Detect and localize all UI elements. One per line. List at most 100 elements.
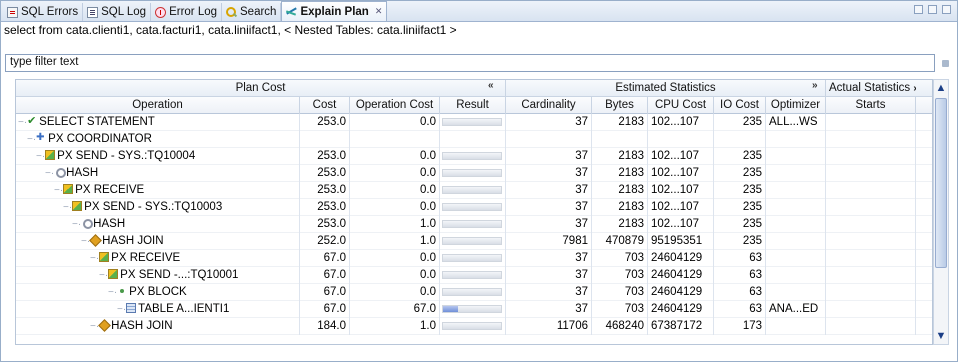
io-cost-cell: 63 <box>714 250 766 267</box>
cpu-cost-cell: 102...107 <box>648 199 714 216</box>
group-estimated-statistics[interactable]: Estimated Statistics <box>506 80 826 97</box>
result-bar <box>442 220 502 228</box>
bytes-cell: 468240 <box>592 318 648 335</box>
expand-estimated-statistics-icon[interactable]: » <box>812 80 818 91</box>
column-header-io-cost[interactable]: IO Cost <box>714 97 766 114</box>
cost-cell: 253.0 <box>300 148 350 165</box>
collapse-plan-cost-icon[interactable]: « <box>488 80 494 91</box>
table-row[interactable]: −· TABLE A...IENTI1 67.0 67.0 37 703 24604129 6… <box>16 301 932 318</box>
operation-label: PX SEND - SYS.:TQ10003 <box>84 201 223 213</box>
scroll-up-icon[interactable]: ▲ <box>934 80 948 96</box>
bytes-cell: 470879 <box>592 233 648 250</box>
tab-search[interactable]: Search <box>222 3 282 21</box>
table-row[interactable]: −· HASH JOIN 252.0 1.0 7981 470879 95195351 235 <box>16 233 932 250</box>
scroll-down-icon[interactable]: ▼ <box>934 328 948 344</box>
table-row[interactable]: −· HASH 253.0 1.0 37 2183 102...107 235 <box>16 216 932 233</box>
tree-expander-icon[interactable]: −· <box>27 134 36 145</box>
cpu-cost-cell: 24604129 <box>648 250 714 267</box>
tree-expander-icon[interactable]: −· <box>18 117 27 128</box>
column-header-bytes[interactable]: Bytes <box>592 97 648 114</box>
cardinality-cell: 7981 <box>506 233 592 250</box>
table-row[interactable]: −· PX SEND - SYS.:TQ10004 253.0 0.0 37 2183 10… <box>16 148 932 165</box>
operation-label: SELECT STATEMENT <box>39 116 155 128</box>
clear-filter-icon[interactable] <box>941 58 951 68</box>
column-header-starts[interactable]: Starts <box>826 97 916 114</box>
table-row[interactable]: −· PX COORDINATOR <box>16 131 932 148</box>
result-bar <box>442 118 502 126</box>
column-header-operation[interactable]: Operation <box>16 97 300 114</box>
optimizer-cell <box>766 148 826 165</box>
result-cell <box>440 301 506 318</box>
operation-cost-cell <box>350 131 440 148</box>
tree-expander-icon[interactable]: −· <box>54 185 63 196</box>
filter-input[interactable]: type filter text <box>5 54 935 72</box>
hash-join-icon <box>99 320 109 330</box>
io-cost-cell: 235 <box>714 233 766 250</box>
result-cell <box>440 148 506 165</box>
column-header-cost[interactable]: Cost <box>300 97 350 114</box>
hash-icon <box>81 218 94 229</box>
io-cost-cell: 63 <box>714 284 766 301</box>
io-cost-cell <box>714 131 766 148</box>
tab-sql-log[interactable]: SQL Log <box>83 3 152 21</box>
error-log-icon <box>155 6 167 18</box>
table-row[interactable]: −· HASH JOIN 184.0 1.0 11706 468240 67387172 17… <box>16 318 932 335</box>
tree-expander-icon[interactable]: −· <box>117 304 126 315</box>
column-header-result[interactable]: Result <box>440 97 506 114</box>
tree-expander-icon[interactable]: −· <box>99 270 108 281</box>
column-header-operation-cost[interactable]: Operation Cost <box>350 97 440 114</box>
result-cell <box>440 131 506 148</box>
close-icon[interactable]: ✕ <box>375 6 383 17</box>
expand-actual-statistics-icon[interactable]: » <box>913 83 916 94</box>
operation-cell: −· HASH JOIN <box>16 233 300 250</box>
operation-cost-cell: 1.0 <box>350 318 440 335</box>
result-bar <box>442 271 502 279</box>
table-row[interactable]: −· PX SEND -...:TQ10001 67.0 0.0 37 703 246041… <box>16 267 932 284</box>
cardinality-cell <box>506 131 592 148</box>
io-cost-cell: 63 <box>714 267 766 284</box>
io-cost-cell: 235 <box>714 182 766 199</box>
tree-expander-icon[interactable]: −· <box>63 202 72 213</box>
view-menu-icon[interactable] <box>914 5 923 14</box>
explain-plan-table: Plan Cost « Estimated Statistics » Actua… <box>15 79 933 345</box>
tree-expander-icon[interactable]: −· <box>36 151 45 162</box>
tab-explain-plan[interactable]: Explain Plan ✕ <box>281 1 388 21</box>
cardinality-cell: 37 <box>506 182 592 199</box>
optimizer-cell: ALL...WS <box>766 114 826 131</box>
cost-cell: 253.0 <box>300 199 350 216</box>
result-cell <box>440 267 506 284</box>
tree-expander-icon[interactable]: −· <box>108 287 117 298</box>
scroll-thumb[interactable] <box>935 98 947 268</box>
result-bar <box>442 288 502 296</box>
table-row[interactable]: −· PX BLOCK 67.0 0.0 37 703 24604129 63 <box>16 284 932 301</box>
tree-expander-icon[interactable]: −· <box>90 253 99 264</box>
search-icon <box>226 6 237 18</box>
tree-expander-icon[interactable]: −· <box>90 321 99 332</box>
table-row[interactable]: −· SELECT STATEMENT 253.00.0 372183102...10… <box>16 114 932 131</box>
column-header-optimizer[interactable]: Optimizer <box>766 97 826 114</box>
vertical-scrollbar[interactable]: ▲ ▼ <box>933 79 949 345</box>
cardinality-cell: 37 <box>506 301 592 318</box>
result-bar <box>442 186 502 194</box>
cost-cell: 253.0 <box>300 165 350 182</box>
result-bar <box>442 322 502 330</box>
tab-sql-errors[interactable]: SQL Errors <box>3 3 84 21</box>
table-row[interactable]: −· PX RECEIVE 253.0 0.0 37 2183 102...107 235 <box>16 182 932 199</box>
group-actual-statistics[interactable]: Actual Statistics » <box>826 80 916 97</box>
cost-cell: 253.0 <box>300 216 350 233</box>
tree-expander-icon[interactable]: −· <box>81 236 90 247</box>
column-header-cpu-cost[interactable]: CPU Cost <box>648 97 714 114</box>
column-header-cardinality[interactable]: Cardinality <box>506 97 592 114</box>
cardinality-cell: 37 <box>506 216 592 233</box>
table-row[interactable]: −· HASH 253.0 0.0 37 2183 102...107 235 <box>16 165 932 182</box>
maximize-icon[interactable] <box>942 5 951 14</box>
result-cell <box>440 233 506 250</box>
table-row[interactable]: −· PX SEND - SYS.:TQ10003 253.0 0.0 37 2183 10… <box>16 199 932 216</box>
minimize-icon[interactable] <box>928 5 937 14</box>
group-plan-cost[interactable]: Plan Cost <box>16 80 506 97</box>
tree-expander-icon[interactable]: −· <box>72 219 81 230</box>
tab-error-log[interactable]: Error Log <box>151 3 222 21</box>
table-row[interactable]: −· PX RECEIVE 67.0 0.0 37 703 24604129 63 <box>16 250 932 267</box>
tree-expander-icon[interactable]: −· <box>45 168 54 179</box>
sql-log-icon <box>87 6 99 18</box>
